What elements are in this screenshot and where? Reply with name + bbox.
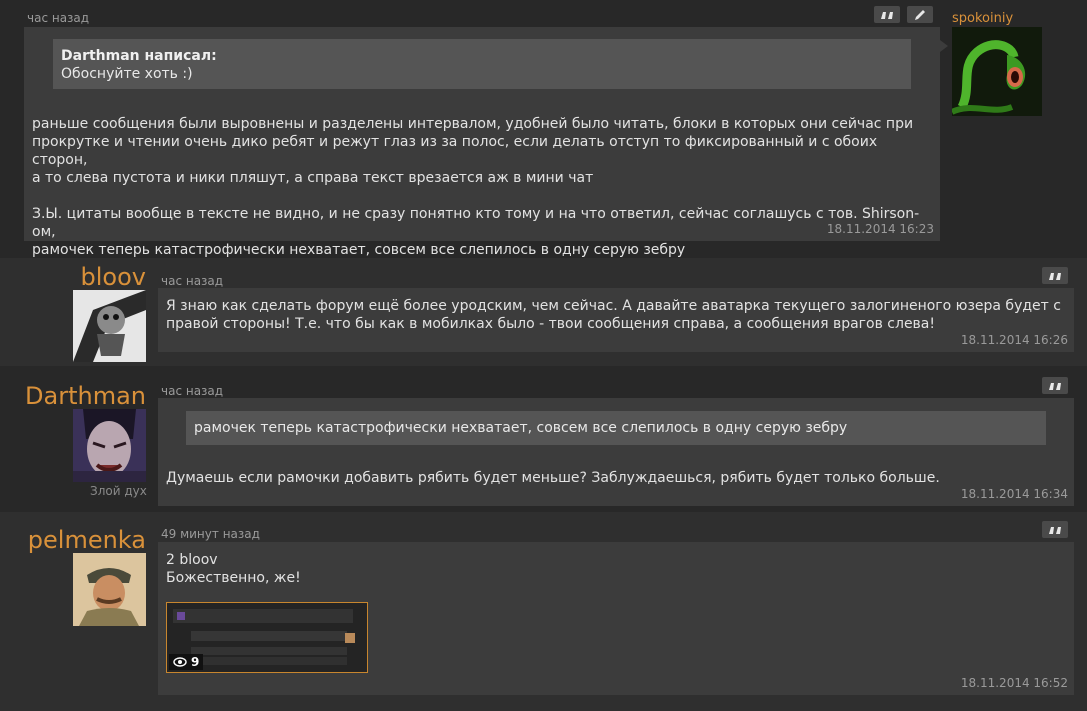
attached-image-thumbnail[interactable]: 9 [166, 602, 368, 673]
eye-icon [173, 657, 187, 667]
quote-block: рамочек теперь катастрофически нехватает… [186, 411, 1046, 445]
username[interactable]: spokoiniy [952, 11, 1013, 26]
post-bubble: Darthman написал: Обоснуйте хоть :) рань… [24, 27, 940, 258]
text-line: раньше сообщения были выровнены и раздел… [32, 116, 914, 132]
text-line: рамочек теперь катастрофически нехватает… [32, 242, 686, 258]
post-date: 18.11.2014 16:34 [960, 487, 1068, 501]
quote-button[interactable] [1042, 521, 1068, 538]
quote-block: Darthman написал: Обоснуйте хоть :) [53, 39, 911, 89]
post-date: 18.11.2014 16:52 [960, 676, 1068, 690]
text-line: Я знаю как сделать форум ещё более уродс… [166, 298, 1061, 314]
post-text: раньше сообщения были выровнены и раздел… [32, 115, 932, 259]
views-badge: 9 [169, 654, 204, 670]
post-text: Думаешь если рамочки добавить рябить буд… [166, 470, 940, 486]
bubble-arrow [940, 40, 948, 52]
avatar[interactable] [952, 27, 1042, 116]
quote-text: рамочек теперь катастрофически нехватает… [194, 420, 848, 436]
avatar[interactable] [73, 290, 146, 362]
post-date: 18.11.2014 16:26 [960, 333, 1068, 347]
avatar[interactable] [73, 409, 146, 482]
quote-button[interactable] [1042, 267, 1068, 284]
post-text: 2 bloov Божественно, же! [166, 551, 301, 587]
post-date: 18.11.2014 16:23 [826, 222, 934, 236]
text-line: прокрутке и чтении очень дико ребят и ре… [32, 134, 878, 168]
avatar[interactable] [73, 553, 146, 626]
username[interactable]: bloov [20, 263, 146, 291]
post-bubble: рамочек теперь катастрофически нехватает… [158, 398, 1074, 506]
pencil-icon [915, 9, 925, 20]
quote-button[interactable] [874, 6, 900, 23]
quote-icon [1049, 272, 1061, 280]
quote-text: Обоснуйте хоть :) [61, 66, 193, 82]
text-line: а то слева пустота и ники пляшут, а спра… [32, 170, 594, 186]
post-text: Я знаю как сделать форум ещё более уродс… [166, 297, 1061, 333]
username[interactable]: Darthman [20, 382, 146, 410]
post-bubble: 2 bloov Божественно, же! 9 18.11.2014 16… [158, 542, 1074, 695]
quote-icon [1049, 526, 1061, 534]
username[interactable]: pelmenka [20, 526, 146, 554]
post-bubble: Я знаю как сделать форум ещё более уродс… [158, 288, 1074, 352]
post-time: час назад [161, 384, 224, 398]
views-count: 9 [191, 655, 200, 669]
post-time: 49 минут назад [161, 527, 260, 541]
user-title: Злой дух [90, 484, 147, 498]
post-time: час назад [27, 11, 90, 25]
text-line: Божественно, же! [166, 570, 301, 586]
text-line: правой стороны! Т.е. что бы как в мобилк… [166, 316, 936, 332]
text-line: З.Ы. цитаты вообще в тексте не видно, и … [32, 206, 920, 240]
quote-author: Darthman написал: [61, 48, 217, 64]
post-time: час назад [161, 274, 224, 288]
quote-button[interactable] [1042, 377, 1068, 394]
quote-icon [1049, 382, 1061, 390]
text-line: 2 bloov [166, 552, 218, 568]
edit-button[interactable] [907, 6, 933, 23]
quote-icon [881, 11, 893, 19]
